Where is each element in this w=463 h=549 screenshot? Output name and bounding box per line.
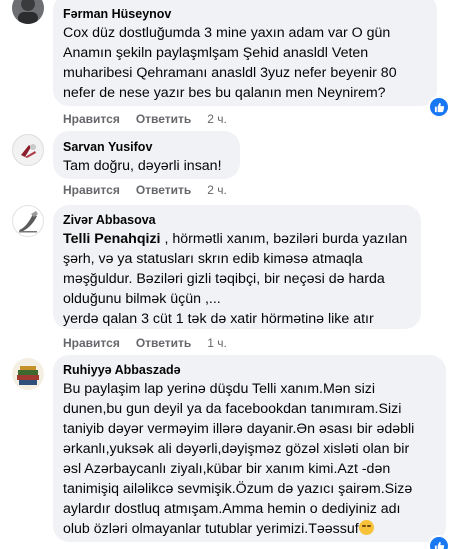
comment-bubble: Sarvan Yusifov Tam doğru, dəyərli insan!	[53, 131, 240, 179]
thumbs-up-icon[interactable]	[428, 96, 450, 118]
comment-actions: Нравится Ответить 1 ч.	[63, 336, 227, 350]
avatar[interactable]	[12, 205, 44, 237]
comment-author[interactable]: Fərman Hüseynov	[63, 6, 427, 22]
comment-time[interactable]: 2 ч.	[207, 112, 227, 126]
comment-author[interactable]: Sarvan Yusifov	[63, 139, 230, 155]
comment-bubble: Zivər Abbasova Telli Penahqizi , hörmətl…	[53, 205, 421, 329]
reply-link[interactable]: Ответить	[136, 336, 191, 350]
thumbs-up-icon[interactable]	[428, 535, 450, 549]
comment-text: Bu paylaşim lap yerinə düşdu Telli xanım…	[63, 381, 415, 537]
mention-link[interactable]: Telli Penahqizi	[63, 231, 161, 247]
comment-bubble: Fərman Hüseynov Cox düz dostluğumda 3 mi…	[53, 0, 437, 106]
comment-text: Telli Penahqizi , hörmətli xanım, bəzilə…	[63, 231, 408, 327]
avatar[interactable]	[12, 358, 44, 390]
comment-text: Tam doğru, dəyərli insan!	[63, 158, 222, 174]
avatar[interactable]	[12, 134, 44, 166]
sad-face-emoji-icon	[358, 520, 374, 535]
comment-text: Cox düz dostluğumda 3 mine yaxın adam va…	[63, 25, 397, 101]
reply-link[interactable]: Ответить	[136, 183, 191, 197]
like-link[interactable]: Нравится	[63, 183, 120, 197]
avatar[interactable]	[12, 0, 44, 24]
comment-author[interactable]: Ruhiyyə Abbaszadə	[63, 362, 436, 378]
comment-actions: Нравится Ответить 2 ч.	[63, 112, 227, 126]
comment-time[interactable]: 1 ч.	[207, 336, 227, 350]
reply-link[interactable]: Ответить	[136, 112, 191, 126]
like-link[interactable]: Нравится	[63, 112, 120, 126]
comment-time[interactable]: 2 ч.	[207, 183, 227, 197]
comment-author[interactable]: Zivər Abbasova	[63, 212, 411, 228]
like-link[interactable]: Нравится	[63, 336, 120, 350]
comment-bubble: Ruhiyyə Abbaszadə Bu paylaşim lap yerinə…	[53, 355, 446, 542]
comment-actions: Нравится Ответить 2 ч.	[63, 183, 227, 197]
